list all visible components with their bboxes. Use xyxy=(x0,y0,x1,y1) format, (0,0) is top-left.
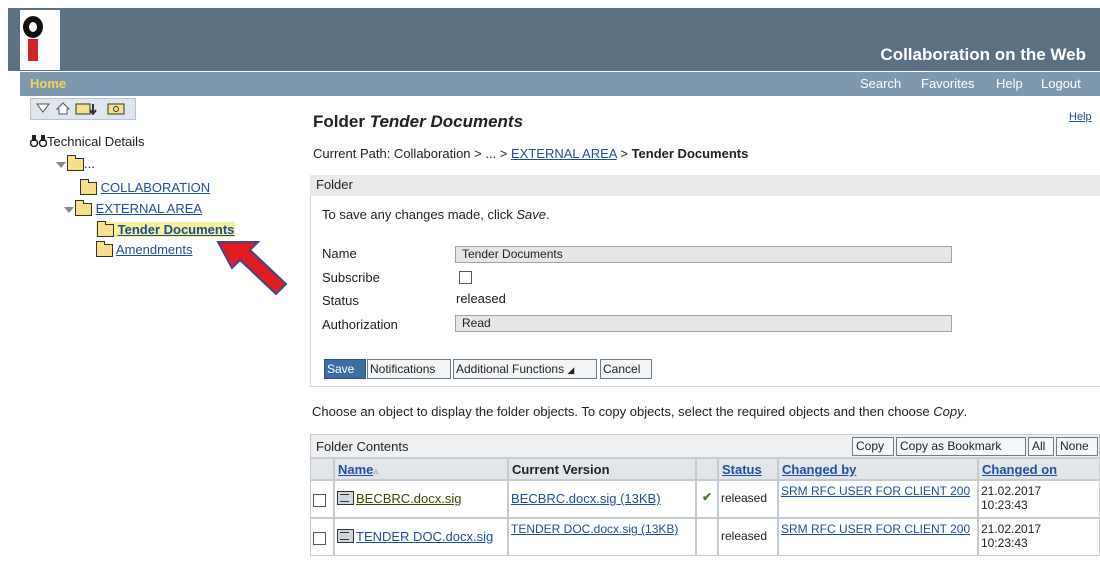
row-changed-by-cell: SRM RFC USER FOR CLIENT 200 xyxy=(778,518,978,556)
status-label: Status xyxy=(322,293,359,308)
notifications-button[interactable]: Notifications xyxy=(367,359,451,379)
expand-icon[interactable] xyxy=(64,206,74,213)
status-icon-column-header xyxy=(696,458,718,480)
nav-search-link[interactable]: Search xyxy=(860,76,901,91)
changed-by-column-header[interactable]: Changed by xyxy=(778,458,978,480)
row-checkbox[interactable] xyxy=(313,494,326,507)
choose-instructions: Choose an object to display the folder o… xyxy=(312,404,968,419)
row-status-cell: released xyxy=(718,518,778,556)
select-all-button[interactable]: All xyxy=(1028,437,1054,456)
row-version-link[interactable]: BECBRC.docx.sig (13KB) xyxy=(511,491,661,506)
copy-as-bookmark-button[interactable]: Copy as Bookmark xyxy=(896,437,1026,456)
row-changed-on-cell: 21.02.2017 10:23:43 xyxy=(978,480,1100,518)
breadcrumb-prefix: Current Path: Collaboration > ... > xyxy=(313,146,511,161)
tree-item-amendments[interactable]: Amendments xyxy=(96,241,193,258)
nav-logout-link[interactable]: Logout xyxy=(1041,76,1081,91)
new-folder-icon[interactable] xyxy=(75,101,99,115)
subscribe-checkbox[interactable] xyxy=(459,271,472,284)
row-changed-by-cell: SRM RFC USER FOR CLIENT 200 xyxy=(778,480,978,518)
row-changed-by-link[interactable]: SRM RFC USER FOR CLIENT 200 xyxy=(781,484,970,498)
changed-on-column-header[interactable]: Changed on xyxy=(978,458,1100,480)
additional-functions-button[interactable]: Additional Functions ◢ xyxy=(453,359,597,379)
row-name-cell: TENDER DOC.docx.sig xyxy=(334,518,508,556)
document-icon xyxy=(337,529,354,543)
nav-help-link[interactable]: Help xyxy=(996,76,1023,91)
folder-contents-title: Folder Contents xyxy=(316,439,409,454)
additional-functions-label: Additional Functions xyxy=(456,362,565,376)
tree-item-external-area[interactable]: EXTERNAL AREA xyxy=(64,200,202,217)
folder-icon xyxy=(67,155,84,172)
red-arrow-icon xyxy=(216,241,288,296)
logo-icon xyxy=(23,16,43,61)
folder-icon xyxy=(80,179,97,196)
cancel-button[interactable]: Cancel xyxy=(600,359,652,379)
logo xyxy=(20,10,60,70)
tree-node-parent[interactable]: ... xyxy=(56,155,95,172)
folder-panel-header: Folder xyxy=(310,175,1100,196)
home-icon[interactable] xyxy=(55,101,71,115)
tree-ellipsis: ... xyxy=(84,156,95,171)
tree-toolbar xyxy=(30,98,136,120)
tree-item-amendments-label[interactable]: Amendments xyxy=(116,242,193,257)
folder-icon xyxy=(75,200,92,217)
select-none-button[interactable]: None xyxy=(1056,437,1098,456)
checkmark-icon: ✔ xyxy=(701,490,713,504)
collapse-icon[interactable] xyxy=(35,101,51,115)
tree-root-label: Technical Details xyxy=(47,134,145,149)
tree-item-external-area-label[interactable]: EXTERNAL AREA xyxy=(96,201,202,216)
nav-favorites-link[interactable]: Favorites xyxy=(921,76,974,91)
folder-search-icon[interactable] xyxy=(107,101,127,115)
dropdown-icon: ◢ xyxy=(567,365,575,375)
row-status-cell: released xyxy=(718,480,778,518)
row-version-link[interactable]: TENDER DOC.docx.sig (13KB) xyxy=(511,522,678,536)
row-checkbox[interactable] xyxy=(313,532,326,545)
authorization-label: Authorization xyxy=(322,317,398,332)
breadcrumb-current: Tender Documents xyxy=(631,146,749,161)
copy-button[interactable]: Copy xyxy=(852,437,894,456)
table-row xyxy=(310,518,334,556)
expand-icon[interactable] xyxy=(56,161,66,168)
status-column-header[interactable]: Status xyxy=(718,458,778,480)
current-version-column-header: Current Version xyxy=(508,458,696,480)
table-row xyxy=(310,480,334,518)
name-label: Name xyxy=(322,246,357,261)
folder-icon xyxy=(96,241,113,258)
page-title: Folder Tender Documents xyxy=(313,112,524,131)
row-version-cell: TENDER DOC.docx.sig (13KB) xyxy=(508,518,696,556)
breadcrumb-external-area-link[interactable]: EXTERNAL AREA xyxy=(511,146,617,161)
select-column-header xyxy=(310,458,334,480)
tree-item-collaboration[interactable]: COLLABORATION xyxy=(80,179,211,196)
document-icon xyxy=(337,491,354,505)
row-name-link[interactable]: BECBRC.docx.sig xyxy=(356,491,461,506)
tree-item-collaboration-label[interactable]: COLLABORATION xyxy=(101,180,211,195)
breadcrumb: Current Path: Collaboration > ... > EXTE… xyxy=(313,146,749,161)
row-status-icon-cell: ✔ xyxy=(696,480,718,518)
save-hint: To save any changes made, click Save. xyxy=(322,207,550,222)
row-name-cell: BECBRC.docx.sig xyxy=(334,480,508,518)
save-button[interactable]: Save xyxy=(324,359,366,379)
row-changed-by-link[interactable]: SRM RFC USER FOR CLIENT 200 xyxy=(781,522,970,536)
authorization-field[interactable]: Read xyxy=(455,315,952,332)
name-column-header[interactable]: Name▵ xyxy=(334,458,508,480)
name-field[interactable]: Tender Documents xyxy=(455,246,952,263)
row-version-cell: BECBRC.docx.sig (13KB) xyxy=(508,480,696,518)
row-status-icon-cell xyxy=(696,518,718,556)
tree-root[interactable]: Technical Details xyxy=(29,134,145,149)
binoculars-icon xyxy=(29,135,48,148)
subscribe-label: Subscribe xyxy=(322,270,380,285)
open-folder-icon xyxy=(97,221,114,238)
row-changed-on-cell: 21.02.2017 10:23:43 xyxy=(978,518,1100,556)
app-title: Collaboration on the Web xyxy=(880,45,1086,64)
status-value: released xyxy=(456,291,506,306)
home-link[interactable]: Home xyxy=(30,76,66,91)
help-link[interactable]: Help xyxy=(1069,111,1092,123)
row-name-link[interactable]: TENDER DOC.docx.sig xyxy=(356,529,493,544)
